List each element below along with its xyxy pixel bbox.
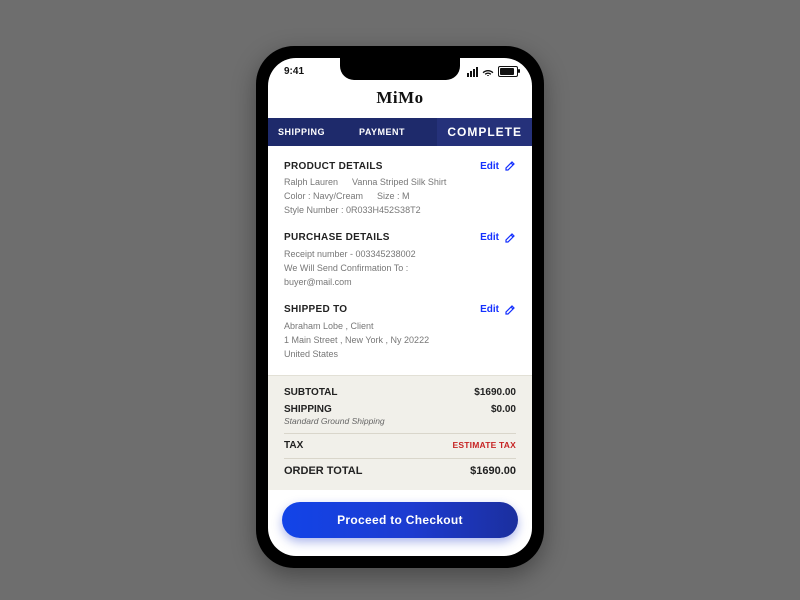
wifi-icon (482, 68, 494, 76)
edit-product-button[interactable]: Edit (480, 160, 516, 172)
edit-icon (504, 232, 516, 244)
status-time: 9:41 (284, 66, 304, 77)
ship-name: Abraham Lobe , Client (284, 321, 374, 331)
product-color: Color : Navy/Cream (284, 191, 363, 201)
product-name: Vanna Striped Silk Shirt (352, 177, 446, 187)
subtotal-value: $1690.00 (474, 387, 516, 398)
proceed-checkout-button[interactable]: Proceed to Checkout (282, 502, 518, 538)
shipping-label: SHIPPING (284, 404, 332, 415)
product-size: Size : M (377, 191, 410, 201)
confirm-line: We Will Send Confirmation To : (284, 263, 408, 273)
order-total-label: ORDER TOTAL (284, 465, 362, 477)
product-brand: Ralph Lauren (284, 177, 338, 187)
ship-country: United States (284, 349, 338, 359)
edit-icon (504, 304, 516, 316)
edit-purchase-button[interactable]: Edit (480, 232, 516, 244)
order-total-value: $1690.00 (470, 465, 516, 477)
tab-shipping[interactable]: SHIPPING (268, 127, 335, 137)
estimate-tax-link[interactable]: ESTIMATE TAX (453, 440, 516, 450)
product-details-title: PRODUCT DETAILS (284, 161, 383, 172)
receipt-line: Receipt number - 003345238002 (284, 249, 416, 259)
phone-screen: 9:41 MiMo SHIPPING PAYMENT COMPLETE PROD… (268, 58, 532, 556)
brand-title: MiMo (268, 84, 532, 118)
edit-icon (504, 160, 516, 172)
tax-label: TAX (284, 440, 303, 451)
edit-shipping-button[interactable]: Edit (480, 304, 516, 316)
shipping-value: $0.00 (491, 404, 516, 415)
signal-icon (467, 67, 478, 77)
phone-frame: 9:41 MiMo SHIPPING PAYMENT COMPLETE PROD… (256, 46, 544, 568)
shipped-to-title: SHIPPED TO (284, 304, 347, 315)
product-style: Style Number : 0R033H452S38T2 (284, 205, 421, 215)
subtotal-label: SUBTOTAL (284, 387, 338, 398)
battery-icon (498, 66, 518, 77)
ship-address: 1 Main Street , New York , Ny 20222 (284, 335, 429, 345)
phone-notch (340, 58, 460, 80)
section-purchase-details: PURCHASE DETAILS Edit Receipt number - 0… (284, 218, 516, 290)
buyer-email: buyer@mail.com (284, 277, 352, 287)
section-product-details: PRODUCT DETAILS Edit Ralph Lauren Vanna S… (284, 146, 516, 218)
shipping-note: Standard Ground Shipping (284, 416, 385, 426)
tab-complete[interactable]: COMPLETE (437, 118, 532, 146)
totals-panel: SUBTOTAL $1690.00 SHIPPING Standard Grou… (268, 375, 532, 490)
checkout-steps: SHIPPING PAYMENT COMPLETE (268, 118, 532, 146)
purchase-details-title: PURCHASE DETAILS (284, 232, 390, 243)
tab-payment[interactable]: PAYMENT (349, 127, 415, 137)
section-shipped-to: SHIPPED TO Edit Abraham Lobe , Client 1 … (284, 290, 516, 362)
